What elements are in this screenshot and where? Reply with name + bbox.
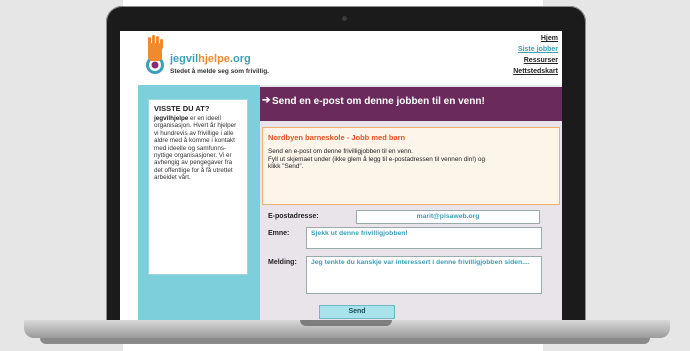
email-label: E-postadresse: [268,213,319,220]
job-description-line2: Fyll ut skjemaet under (ikke glem å legg… [268,155,486,171]
nav-link-home[interactable]: Hjem [513,33,558,44]
brand-part1: jegvil [170,53,199,65]
subject-field[interactable]: Sjekk ut denne frivilligjobben! [306,227,542,249]
did-you-know-heading: VISSTE DU AT? [154,104,210,113]
send-button[interactable]: Send [319,305,395,319]
did-you-know-box: VISSTE DU AT? jegvilhjelpe er en ideell … [148,99,248,275]
job-title: Nordbyen barneskole - Jobb med barn [268,133,406,142]
message-label: Melding: [268,259,297,266]
hand-target-icon [146,35,164,74]
top-navigation: Hjem Siste jobber Ressurser Nettstedskar… [513,33,558,77]
job-info-box: Nordbyen barneskole - Jobb med barn Send… [262,127,560,205]
message-field[interactable]: Jeg tenkte du kanskje var interessert i … [306,256,542,294]
page-title: Send en e-post om denne jobben til en ve… [272,96,485,107]
site-name[interactable]: jegvilhjelpe.org [170,53,251,65]
did-you-know-body: er en ideell organisasjon. Hvert år hjel… [154,115,237,182]
laptop-lid: jegvilhjelpe.org Stedet å melde seg som … [106,6,586,336]
camera-icon [342,16,347,21]
did-you-know-text: jegvilhjelpe er en ideell organisasjon. … [154,115,242,182]
laptop-base [24,320,670,338]
laptop-foot [40,338,650,344]
sidebar: VISSTE DU AT? jegvilhjelpe er en ideell … [138,85,260,330]
laptop-notch [300,320,392,326]
subject-label: Emne: [268,230,290,237]
job-description: Send en e-post om denne frivilligjobben … [268,148,496,171]
nav-link-sitemap[interactable]: Nettstedskart [513,66,558,77]
nav-link-resources[interactable]: Ressurser [513,55,558,66]
brand-suffix: .org [229,53,251,65]
site-tagline: Stedet å melde seg som frivillig. [170,68,269,75]
email-field[interactable]: marit@pisaweb.org [356,210,540,224]
laptop-screen: jegvilhjelpe.org Stedet å melde seg som … [120,31,562,330]
did-you-know-brand: jegvilhjelpe [154,115,189,122]
arrow-icon: ➔ [262,95,271,106]
job-description-line1: Send en e-post om denne frivilligjobben … [268,148,413,155]
background-left [0,0,123,351]
page-banner: ➔ Send en e-post om denne jobben til en … [260,87,562,121]
nav-link-latest-jobs[interactable]: Siste jobber [513,44,558,55]
brand-highlight: hjelpe [198,53,230,65]
